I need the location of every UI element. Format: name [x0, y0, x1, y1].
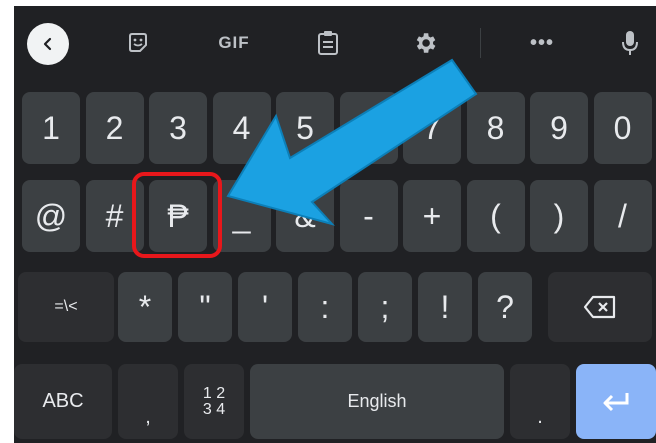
arrow-shape [226, 58, 478, 226]
keyboard: GIF ••• 1234567890 [14, 6, 656, 443]
pointer-arrow [226, 58, 478, 226]
